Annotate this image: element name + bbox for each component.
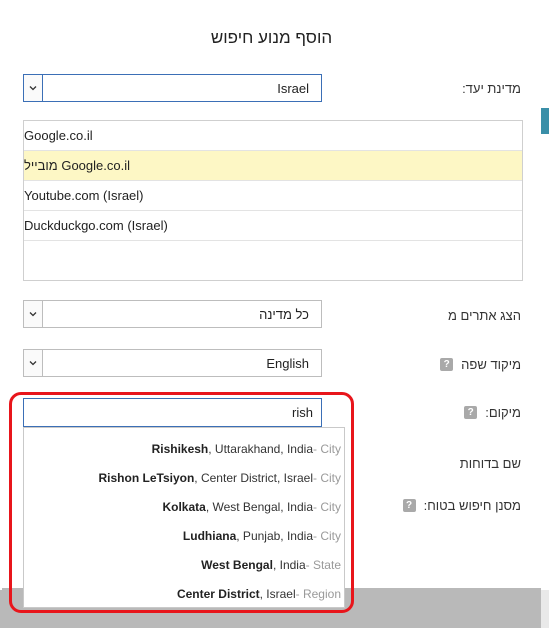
- suggestion-type: - Region: [295, 586, 341, 601]
- show-sites-label: הצג אתרים מ: [448, 308, 521, 323]
- language-value: English: [266, 356, 309, 371]
- safe-search-label-text: מסנן חיפוש בטוח:: [423, 498, 521, 513]
- help-icon[interactable]: ?: [402, 499, 416, 512]
- language-select[interactable]: English: [23, 349, 322, 377]
- chevron-down-icon[interactable]: [24, 350, 43, 376]
- help-icon[interactable]: ?: [464, 406, 478, 419]
- suggestion-type: - City: [313, 528, 341, 543]
- chevron-down-icon[interactable]: [24, 301, 43, 327]
- engine-label: Google.co.il מובייל: [24, 158, 130, 173]
- suggestion-item[interactable]: Kolkata, West Bengal, India - City: [24, 492, 344, 521]
- suggestion-detail: , Israel: [259, 586, 296, 601]
- show-sites-select[interactable]: כל מדינה: [23, 300, 322, 328]
- country-select[interactable]: Israel: [23, 74, 322, 102]
- list-item[interactable]: (Israel) Youtube.com: [24, 181, 522, 211]
- suggestion-item[interactable]: Rishikesh, Uttarakhand, India - City: [24, 434, 344, 463]
- location-suggestions[interactable]: Rishikesh, Uttarakhand, India - City Ris…: [23, 427, 345, 608]
- suggestion-item[interactable]: Rishon LeTsiyon, Center District, Israel…: [24, 463, 344, 492]
- suggestion-type: - State: [305, 557, 341, 572]
- country-select-value: Israel: [277, 81, 309, 96]
- location-label: מיקום: ?: [464, 405, 521, 420]
- engine-label: Google.co.il: [24, 128, 93, 143]
- report-name-label: שם בדוחות: [460, 456, 521, 471]
- location-label-text: מיקום:: [485, 405, 521, 420]
- suggestion-detail: , West Bengal, India: [205, 499, 313, 514]
- suggestion-name: Rishon LeTsiyon: [98, 470, 195, 485]
- background-tag: [541, 108, 549, 134]
- suggestion-detail: , Uttarakhand, India: [208, 441, 313, 456]
- suggestion-detail: , Center District, Israel: [194, 470, 313, 485]
- show-sites-label-text: הצג אתרים מ: [448, 308, 521, 323]
- suggestion-detail: , Punjab, India: [236, 528, 313, 543]
- engine-label: (Israel) Duckduckgo.com: [24, 218, 168, 233]
- suggestion-name: West Bengal: [201, 557, 273, 572]
- suggestion-item[interactable]: West Bengal, India - State: [24, 550, 344, 579]
- location-input[interactable]: [24, 399, 321, 426]
- suggestion-type: - City: [313, 441, 341, 456]
- suggestion-name: Rishikesh: [151, 441, 209, 456]
- language-label-text: מיקוד שפה: [461, 357, 521, 372]
- suggestion-item[interactable]: Center District, Israel - Region: [24, 579, 344, 608]
- suggestion-name: Kolkata: [162, 499, 206, 514]
- country-label-text: מדינת יעד:: [462, 81, 521, 96]
- safe-search-label: מסנן חיפוש בטוח: ?: [402, 498, 521, 513]
- dialog-title: הוסף מנוע חיפוש: [210, 28, 333, 47]
- list-item-selected[interactable]: Google.co.il מובייל: [24, 151, 522, 181]
- suggestion-type: - City: [313, 470, 341, 485]
- country-label: מדינת יעד:: [462, 81, 521, 96]
- suggestion-detail: , India: [272, 557, 306, 572]
- suggestion-type: - City: [313, 499, 341, 514]
- engine-label: (Israel) Youtube.com: [24, 188, 144, 203]
- chevron-down-icon[interactable]: [24, 75, 43, 101]
- language-label: מיקוד שפה ?: [440, 357, 521, 372]
- help-icon[interactable]: ?: [440, 358, 454, 371]
- list-item[interactable]: Google.co.il: [24, 121, 522, 151]
- suggestion-name: Center District: [176, 586, 260, 601]
- suggestion-item[interactable]: Ludhiana, Punjab, India - City: [24, 521, 344, 550]
- list-item[interactable]: (Israel) Duckduckgo.com: [24, 211, 522, 241]
- report-name-label-text: שם בדוחות: [459, 456, 521, 471]
- show-sites-value: כל מדינה: [259, 307, 309, 322]
- add-search-engine-dialog: הוסף מנוע חיפוש מדינת יעד: Israel Google…: [2, 0, 541, 608]
- background-page: [541, 0, 549, 590]
- search-engine-list[interactable]: Google.co.il Google.co.il מובייל (Israel…: [23, 120, 523, 281]
- location-input-wrapper[interactable]: [23, 398, 322, 427]
- suggestion-name: Ludhiana: [182, 528, 237, 543]
